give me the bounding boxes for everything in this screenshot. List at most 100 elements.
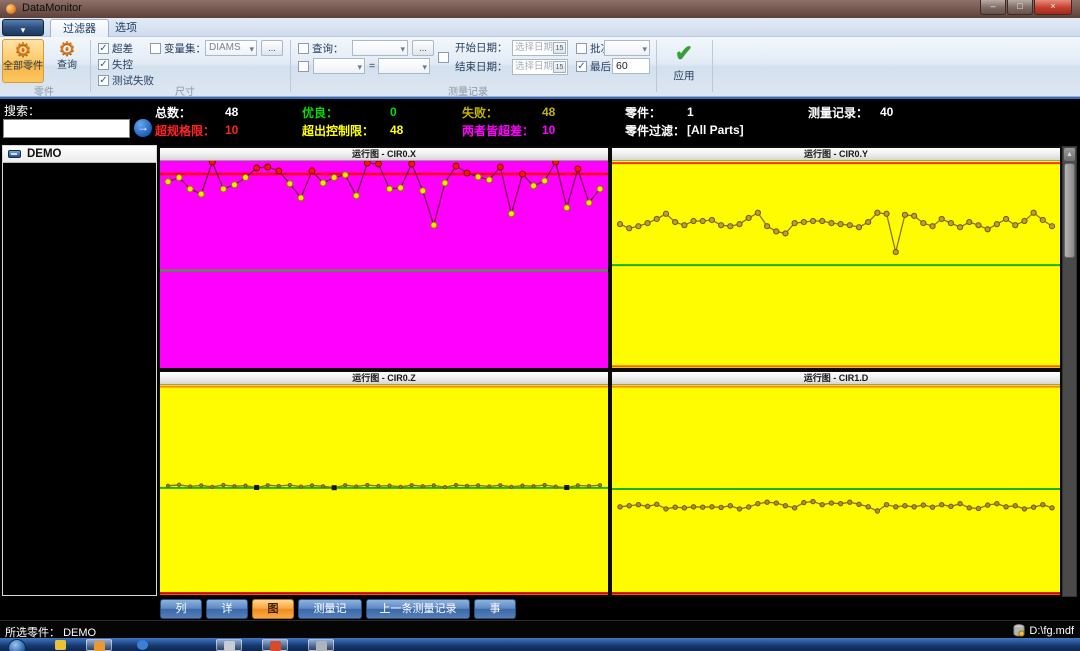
end-date-label: 结束日期： xyxy=(455,60,508,74)
checkbox-icon xyxy=(298,61,309,72)
group-label-parts: 零件 xyxy=(0,83,104,98)
taskbar-icon[interactable] xyxy=(308,639,334,651)
taskbar-icon[interactable] xyxy=(48,639,74,651)
stat-both-over: 两者皆超差： 10 xyxy=(462,121,555,139)
checkbox-icon xyxy=(576,43,587,54)
taskbar-icon[interactable] xyxy=(130,639,156,651)
maximize-button[interactable]: □ xyxy=(1007,0,1033,15)
database-icon xyxy=(1013,624,1025,637)
scroll-up-button[interactable]: ▲ xyxy=(1064,148,1075,161)
variable-set-dropdown[interactable]: DIAMS ▾ xyxy=(205,40,257,56)
group-divider xyxy=(712,40,713,92)
tab-options[interactable]: 选项 xyxy=(103,19,149,37)
condition-value-dropdown[interactable]: ▾ xyxy=(378,58,430,74)
chart-plot[interactable] xyxy=(612,385,1060,595)
checkbox-icon xyxy=(298,43,309,54)
app-icon xyxy=(55,640,66,650)
chart-plot[interactable] xyxy=(612,161,1060,368)
tab-previous-record[interactable]: 上一条测量记录 xyxy=(366,599,470,619)
charts-grid: 运行图 - CIR0.X 运行图 - CIR0.Y 运行图 - CIR0.Z 运… xyxy=(158,146,1062,597)
checkbox-date-range[interactable] xyxy=(438,51,452,63)
batch-number-dropdown[interactable]: ▾ xyxy=(604,40,650,56)
chevron-down-icon: ▾ xyxy=(249,42,254,56)
checkbox-last-n[interactable]: ✓ 最后 xyxy=(576,60,611,72)
apply-button[interactable]: 应用 xyxy=(664,68,704,83)
checkbox-icon: ✓ xyxy=(98,59,109,70)
ribbon: ⚙ 全部零件 ⚙ 查询 零件 ✓ 超差 ✓ 失控 ✓ 测试失败 变量集： DIA… xyxy=(0,37,1080,97)
stat-column: 失败： 48 两者皆超差： 10 xyxy=(462,103,555,139)
start-orb-icon[interactable] xyxy=(8,639,26,651)
search-input[interactable] xyxy=(3,119,130,138)
taskbar-icon[interactable] xyxy=(86,639,112,651)
stat-over-control: 超出控制限： 48 xyxy=(302,121,403,139)
query-parts-button[interactable]: ⚙ 查询 xyxy=(46,39,88,83)
application-menu-button[interactable]: ▾ xyxy=(2,19,44,36)
scrollbar-thumb[interactable] xyxy=(1064,163,1075,258)
stat-column: 零件： 1 零件过滤： [All Parts] xyxy=(625,103,744,139)
run-chart-cir0x[interactable]: 运行图 - CIR0.X xyxy=(158,146,610,370)
query-dropdown[interactable]: ▾ xyxy=(352,40,408,56)
taskbar-icon[interactable] xyxy=(262,639,288,651)
calendar-icon[interactable]: 15 xyxy=(553,61,566,73)
checkbox-icon: ✓ xyxy=(576,61,587,72)
tab-filter[interactable]: 过滤器 xyxy=(50,19,109,37)
stat-records: 测量记录： 40 xyxy=(808,103,893,121)
run-chart-cir1d[interactable]: 运行图 - CIR1.D xyxy=(610,370,1062,597)
app-icon xyxy=(316,641,327,651)
parts-list: DEMO xyxy=(2,145,157,596)
chevron-down-icon: ▾ xyxy=(642,42,647,56)
checkbox-out-of-tolerance[interactable]: ✓ 超差 xyxy=(98,42,133,54)
checkbox-condition[interactable] xyxy=(298,60,312,72)
last-n-input[interactable]: 60 xyxy=(612,58,650,74)
tab-events[interactable]: 事件 xyxy=(474,599,516,619)
variable-set-more-button[interactable]: ... xyxy=(261,40,283,56)
checkbox-icon: ✓ xyxy=(98,43,109,54)
close-button[interactable]: × xyxy=(1034,0,1072,15)
condition-field-dropdown[interactable]: ▾ xyxy=(313,58,365,74)
equals-label: = xyxy=(369,59,375,73)
start-date-field[interactable]: 选择日期 15 xyxy=(512,40,568,56)
chevron-down-icon: ▾ xyxy=(422,60,427,74)
app-icon xyxy=(224,641,235,651)
windows-taskbar[interactable] xyxy=(0,638,1080,651)
app-icon xyxy=(270,641,281,651)
chart-plot[interactable] xyxy=(160,385,608,595)
stat-column: 优良： 0 超出控制限： 48 xyxy=(302,103,403,139)
chart-title: 运行图 - CIR1.D xyxy=(612,372,1060,385)
checkbox-icon xyxy=(438,52,449,63)
chart-plot[interactable] xyxy=(160,161,608,368)
query-more-button[interactable]: ... xyxy=(412,40,434,56)
gear-search-icon: ⚙ xyxy=(46,39,88,61)
sidebar-item-demo[interactable]: DEMO xyxy=(3,146,156,163)
all-parts-button[interactable]: ⚙ 全部零件 xyxy=(2,39,44,83)
chart-title: 运行图 - CIR0.X xyxy=(160,148,608,161)
group-divider xyxy=(290,40,291,92)
gears-icon: ⚙ xyxy=(3,40,43,62)
search-go-button[interactable]: → xyxy=(134,119,152,137)
run-chart-cir0z[interactable]: 运行图 - CIR0.Z xyxy=(158,370,610,597)
checkbox-query[interactable]: 查询： xyxy=(298,42,344,54)
run-chart-cir0y[interactable]: 运行图 - CIR0.Y xyxy=(610,146,1062,370)
tab-list[interactable]: 列表 xyxy=(160,599,202,619)
checkbox-variable-set[interactable]: 变量集： xyxy=(150,42,206,54)
stat-column: 测量记录： 40 xyxy=(808,103,893,121)
taskbar-icon[interactable] xyxy=(216,639,242,651)
apply-check-icon[interactable]: ✔ xyxy=(664,40,704,66)
checkbox-out-of-control[interactable]: ✓ 失控 xyxy=(98,58,133,70)
group-label-dimensions: 尺寸 xyxy=(125,83,245,98)
search-label: 搜索： xyxy=(4,102,40,119)
app-icon xyxy=(137,640,148,650)
end-date-field[interactable]: 选择日期 15 xyxy=(512,59,568,75)
tab-measurement-records[interactable]: 测量记录 xyxy=(298,599,362,619)
tab-chart[interactable]: 图表 xyxy=(252,599,294,619)
minimize-button[interactable]: – xyxy=(980,0,1006,15)
tab-detail[interactable]: 详细 xyxy=(206,599,248,619)
stat-over-spec: 超规格限： 10 xyxy=(155,121,238,139)
chart-title: 运行图 - CIR0.Z xyxy=(160,372,608,385)
folder-icon xyxy=(94,641,105,651)
calendar-icon[interactable]: 15 xyxy=(553,42,566,54)
vertical-scrollbar[interactable]: ▲ xyxy=(1062,146,1077,597)
stat-parts: 零件： 1 xyxy=(625,103,744,121)
stat-column: 总数： 48 超规格限： 10 xyxy=(155,103,238,139)
database-file-status: D:\fg.mdf xyxy=(1013,624,1074,637)
